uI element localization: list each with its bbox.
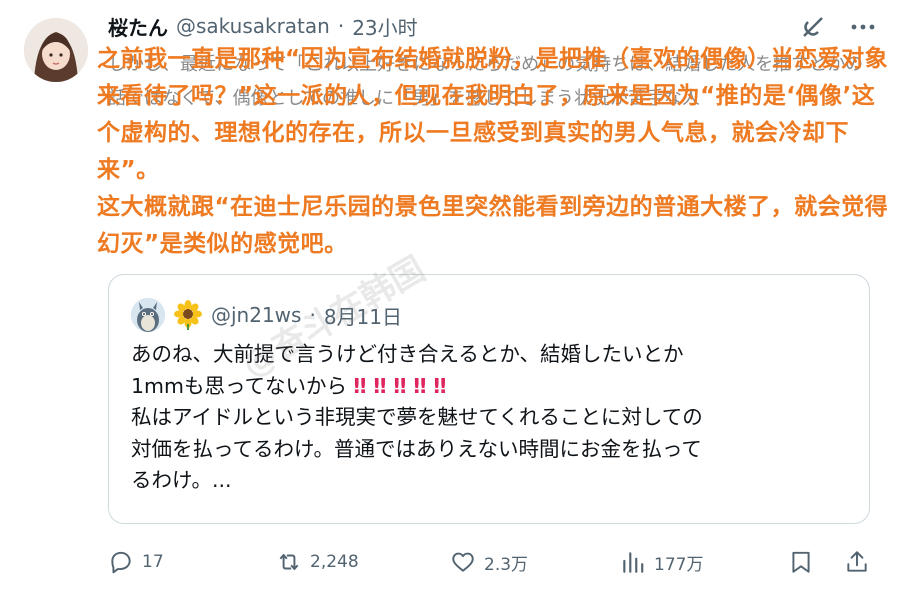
- share-button[interactable]: [844, 546, 870, 578]
- tweet-action-bar: 17 2,248 2.3万 177万: [108, 546, 878, 578]
- quoted-tweet-text: あのね、大前提で言うけど付き合えるとか、結婚したいとか 1mmも思ってないから …: [131, 339, 851, 497]
- retweet-button[interactable]: 2,248: [276, 546, 359, 578]
- reply-button[interactable]: 17: [108, 546, 164, 578]
- double-exclamation-icons: ‼ ‼ ‼ ‼ ‼: [353, 373, 447, 398]
- translation-paragraph-2: 这大概就跟“在迪士尼乐园的景色里突然能看到旁边的普通大楼了，就会觉得幻灭”是类似…: [97, 194, 889, 257]
- quoted-line: 対価を払ってるわけ。普通ではありえない時間にお金を払って: [131, 436, 702, 461]
- grok-icon[interactable]: [800, 14, 826, 40]
- quoted-tweet-header: @jn21ws · 8月11日: [131, 297, 402, 333]
- quoted-line-text: 1mmも思ってないから: [131, 373, 347, 398]
- share-icon: [847, 551, 867, 572]
- separator-dot: ·: [337, 14, 345, 38]
- quoted-avatar[interactable]: [131, 298, 165, 332]
- like-button[interactable]: 2.3万: [450, 546, 528, 578]
- like-count: 2.3万: [484, 554, 529, 575]
- views-button[interactable]: 177万: [620, 546, 703, 578]
- timestamp[interactable]: 23小时: [352, 12, 417, 41]
- user-handle[interactable]: @sakusakratan: [176, 14, 330, 38]
- bookmark-icon: [792, 551, 810, 573]
- totoro-avatar-illustration: [131, 298, 165, 332]
- sunflower-icon: [174, 300, 202, 330]
- quoted-line: あのね、大前提で言うけど付き合えるとか、結婚したいとか: [131, 342, 684, 366]
- translation-paragraph-1: 之前我一直是那种“因为宣布结婚就脱粉，是把推（喜欢的偶像）当恋爱对象来看待了吗？…: [97, 46, 889, 183]
- views-count: 177万: [654, 554, 704, 575]
- quoted-handle[interactable]: @jn21ws: [211, 303, 301, 327]
- heart-icon: [452, 552, 474, 572]
- more-icon[interactable]: [850, 24, 876, 30]
- display-name[interactable]: 桜たん: [108, 12, 168, 41]
- quoted-tweet[interactable]: @jn21ws · 8月11日 あのね、大前提で言うけど付き合えるとか、結婚した…: [108, 274, 870, 524]
- avatar[interactable]: [24, 18, 88, 82]
- reply-count: 17: [142, 552, 164, 572]
- quoted-line: るわけ。...: [131, 468, 232, 492]
- translation-overlay: 之前我一直是那种“因为宣布结婚就脱粉，是把推（喜欢的偶像）当恋爱对象来看待了吗？…: [97, 41, 897, 263]
- views-icon: [623, 552, 644, 573]
- tweet-header: 桜たん @sakusakratan · 23小时: [108, 12, 418, 40]
- bookmark-button[interactable]: [788, 546, 814, 578]
- reply-icon: [111, 551, 131, 574]
- quoted-separator-dot: ·: [309, 303, 316, 327]
- quoted-line: 1mmも思ってないから ‼ ‼ ‼ ‼ ‼: [131, 371, 851, 403]
- quoted-date[interactable]: 8月11日: [324, 301, 402, 330]
- retweet-icon: [279, 553, 299, 571]
- quoted-line: 私はアイドルという非現実で夢を魅せてくれることに対しての: [131, 405, 703, 429]
- avatar-illustration: [24, 18, 88, 82]
- retweet-count: 2,248: [310, 552, 359, 572]
